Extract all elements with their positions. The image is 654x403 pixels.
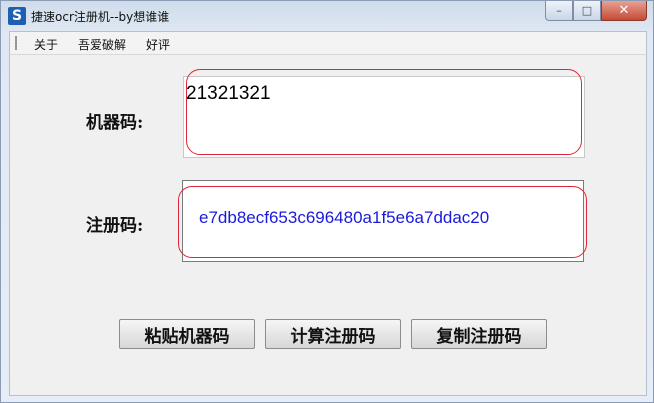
menu-grip-icon	[15, 36, 17, 50]
client-area: 关于 吾爱破解 好评 机器码: 21321321 注册码: e7db8ecf65…	[9, 31, 647, 396]
app-window: S 捷速ocr注册机--by想谁谁 – □ ✕ 关于 吾爱破解 好评 机器码: …	[0, 0, 654, 403]
maximize-icon: □	[581, 4, 593, 17]
reg-code-field[interactable]: e7db8ecf653c696480a1f5e6a7ddac20	[182, 180, 584, 262]
reg-code-label: 注册码:	[86, 216, 144, 236]
menu-item-rate[interactable]: 好评	[146, 36, 170, 53]
minimize-icon: –	[556, 4, 562, 17]
window-title: 捷速ocr注册机--by想谁谁	[31, 10, 170, 24]
close-button[interactable]: ✕	[601, 1, 647, 21]
reg-code-value: e7db8ecf653c696480a1f5e6a7ddac20	[199, 208, 490, 227]
close-icon: ✕	[618, 3, 630, 18]
title-bar[interactable]: S 捷速ocr注册机--by想谁谁 – □ ✕	[1, 1, 653, 31]
copy-reg-code-button[interactable]: 复制注册码	[411, 319, 547, 349]
app-icon: S	[8, 7, 26, 25]
menu-item-52pojie[interactable]: 吾爱破解	[78, 36, 126, 53]
maximize-button[interactable]: □	[573, 1, 601, 21]
machine-code-label: 机器码:	[86, 113, 144, 133]
minimize-button[interactable]: –	[545, 1, 573, 21]
window-controls: – □ ✕	[545, 1, 647, 21]
paste-machine-code-button[interactable]: 粘贴机器码	[119, 319, 255, 349]
calculate-reg-code-button[interactable]: 计算注册码	[265, 319, 401, 349]
menu-item-about[interactable]: 关于	[34, 36, 58, 53]
machine-code-field[interactable]: 21321321	[183, 76, 585, 158]
machine-code-value: 21321321	[186, 83, 271, 104]
menu-bar: 关于 吾爱破解 好评	[10, 32, 646, 55]
